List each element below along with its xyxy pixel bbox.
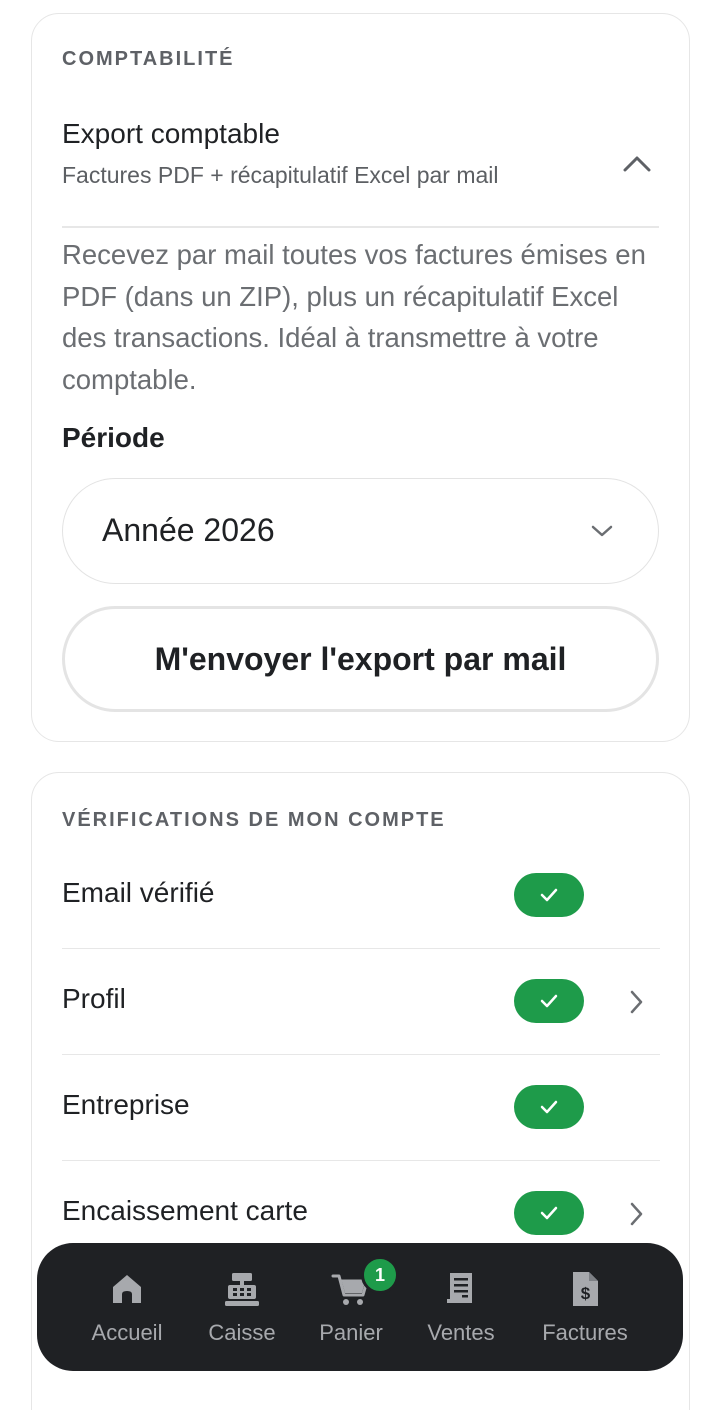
- cash-register-icon: [225, 1273, 259, 1306]
- accounting-card: COMPTABILITÉ Export comptable Factures P…: [31, 13, 690, 742]
- export-title: Export comptable: [62, 118, 280, 149]
- verification-row-profile[interactable]: Profil: [62, 949, 660, 1055]
- accounting-section-title: COMPTABILITÉ: [62, 48, 235, 70]
- nav-item-ventes[interactable]: Ventes: [401, 1243, 521, 1371]
- divider: [62, 226, 659, 228]
- nav-label: Ventes: [427, 1320, 495, 1345]
- verifications-section-title: VÉRIFICATIONS DE MON COMPTE: [62, 809, 446, 831]
- verified-badge: [514, 873, 584, 917]
- invoice-dollar-icon: $: [573, 1272, 598, 1306]
- check-icon: [540, 1100, 558, 1114]
- verification-label: Encaissement carte: [62, 1195, 308, 1226]
- check-icon: [540, 888, 558, 902]
- home-icon: [113, 1275, 141, 1303]
- chevron-right-icon[interactable]: [628, 989, 644, 1015]
- verification-row-email: Email vérifié: [62, 843, 660, 949]
- chevron-down-icon: [591, 525, 613, 537]
- svg-text:$: $: [581, 1284, 591, 1303]
- nav-item-factures[interactable]: $ Factures: [525, 1243, 645, 1371]
- period-select[interactable]: Année 2026: [62, 478, 659, 584]
- export-description: Recevez par mail toutes vos factures émi…: [62, 239, 646, 395]
- verified-badge: [514, 979, 584, 1023]
- verified-badge: [514, 1191, 584, 1235]
- nav-item-panier[interactable]: 1 Panier: [291, 1243, 411, 1371]
- period-label: Période: [62, 422, 165, 453]
- nav-item-accueil[interactable]: Accueil: [67, 1243, 187, 1371]
- nav-label: Panier: [319, 1320, 383, 1345]
- bottom-nav-bar: Accueil Caisse 1 Panier Ventes $ Facture…: [37, 1243, 683, 1371]
- period-select-value: Année 2026: [102, 512, 275, 548]
- export-accordion-header[interactable]: Export comptable Factures PDF + récapitu…: [32, 110, 689, 228]
- receipt-icon: [447, 1273, 472, 1303]
- verified-badge: [514, 1085, 584, 1129]
- check-icon: [540, 994, 558, 1008]
- verification-label: Email vérifié: [62, 877, 215, 908]
- verification-label: Profil: [62, 983, 126, 1014]
- chevron-right-icon[interactable]: [628, 1201, 644, 1227]
- nav-label: Factures: [542, 1320, 628, 1345]
- chevron-up-icon[interactable]: [621, 152, 653, 174]
- nav-item-caisse[interactable]: Caisse: [182, 1243, 302, 1371]
- nav-label: Accueil: [91, 1320, 163, 1345]
- cart-count-badge: 1: [361, 1256, 399, 1294]
- send-export-button[interactable]: M'envoyer l'export par mail: [62, 606, 659, 712]
- nav-label: Caisse: [208, 1320, 276, 1345]
- verification-row-company: Entreprise: [62, 1055, 660, 1161]
- check-icon: [540, 1206, 558, 1220]
- export-subtitle: Factures PDF + récapitulatif Excel par m…: [62, 162, 499, 188]
- verification-label: Entreprise: [62, 1089, 190, 1120]
